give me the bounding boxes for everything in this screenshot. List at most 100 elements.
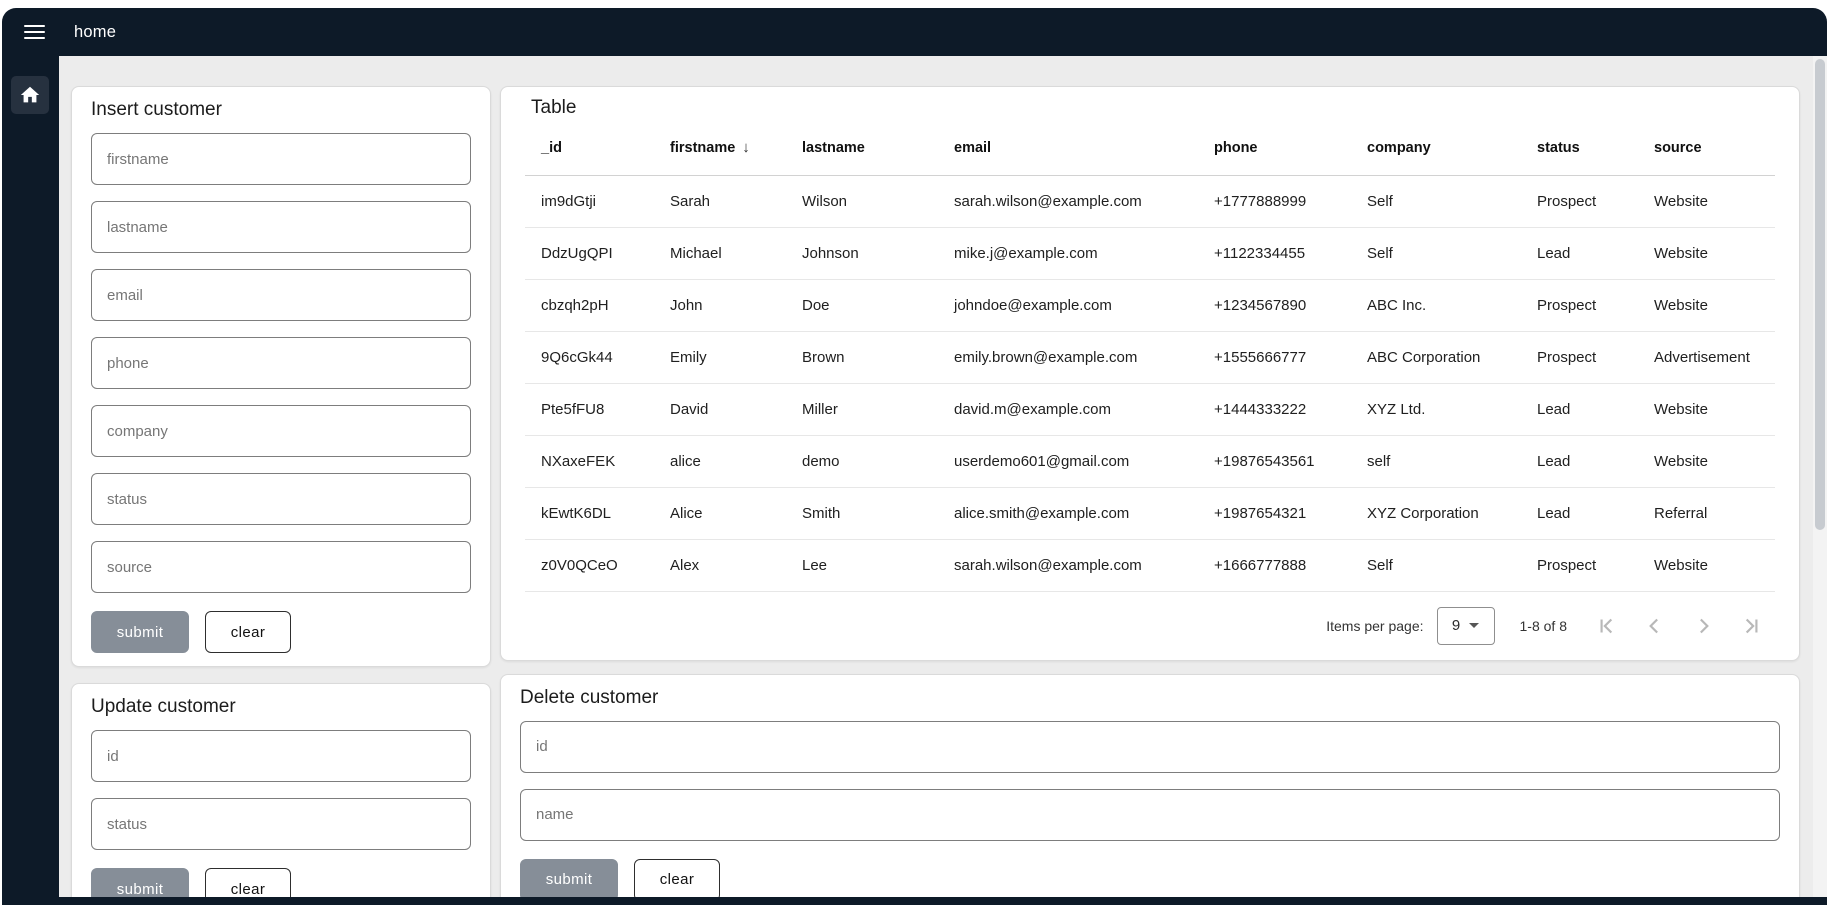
update-submit-button[interactable]: submit (91, 868, 189, 897)
delete-clear-button[interactable]: clear (634, 859, 720, 898)
cell-phone: +1987654321 (1198, 487, 1351, 539)
cell-lastname: Wilson (786, 175, 938, 227)
cell-phone: +1555666777 (1198, 331, 1351, 383)
column-header-source[interactable]: source (1638, 121, 1775, 175)
cell-_id: z0V0QCeO (525, 539, 654, 591)
cell-firstname: Sarah (654, 175, 786, 227)
cell-phone: +1777888999 (1198, 175, 1351, 227)
cell-lastname: Doe (786, 279, 938, 331)
id-input[interactable] (520, 721, 1780, 773)
table-row: kEwtK6DLAliceSmithalice.smith@example.co… (525, 487, 1775, 539)
email-input[interactable] (91, 269, 471, 321)
sort-descending-icon: ↓ (742, 139, 750, 156)
cell-firstname: David (654, 383, 786, 435)
sidebar (2, 56, 59, 905)
status-input[interactable] (91, 473, 471, 525)
cell-phone: +1122334455 (1198, 227, 1351, 279)
cell-_id: im9dGtji (525, 175, 654, 227)
column-header-lastname[interactable]: lastname (786, 121, 938, 175)
cell-company: ABC Inc. (1351, 279, 1521, 331)
cell-status: Prospect (1521, 539, 1638, 591)
column-header-phone[interactable]: phone (1198, 121, 1351, 175)
cell-lastname: demo (786, 435, 938, 487)
id-input[interactable] (91, 730, 471, 782)
cell-source: Website (1638, 227, 1775, 279)
cell-status: Lead (1521, 435, 1638, 487)
cell-company: ABC Corporation (1351, 331, 1521, 383)
cell-phone: +1234567890 (1198, 279, 1351, 331)
cell-lastname: Lee (786, 539, 938, 591)
table-title: Table (525, 97, 1775, 119)
column-header-_id[interactable]: _id (525, 121, 654, 175)
cell-firstname: alice (654, 435, 786, 487)
last-page-button[interactable] (1727, 606, 1775, 646)
insert-customer-title: Insert customer (91, 99, 471, 121)
next-page-button[interactable] (1679, 606, 1727, 646)
cell-phone: +1444333222 (1198, 383, 1351, 435)
paginator: Items per page: 9 1-8 of 8 (525, 592, 1775, 660)
cell-company: Self (1351, 539, 1521, 591)
column-header-firstname[interactable]: firstname↓ (654, 121, 786, 175)
scrollbar-thumb[interactable] (1815, 59, 1825, 530)
cell-status: Lead (1521, 383, 1638, 435)
chevron-left-icon (1642, 613, 1668, 639)
home-nav-button[interactable] (11, 76, 49, 114)
update-customer-title: Update customer (91, 696, 471, 718)
items-per-page-label: Items per page: (1326, 618, 1423, 634)
cell-status: Lead (1521, 487, 1638, 539)
source-input[interactable] (91, 541, 471, 593)
first-page-icon (1594, 613, 1620, 639)
phone-input[interactable] (91, 337, 471, 389)
cell-lastname: Smith (786, 487, 938, 539)
last-page-icon (1738, 613, 1764, 639)
chevron-down-icon (1469, 623, 1479, 628)
status-input[interactable] (91, 798, 471, 850)
cell-email: sarah.wilson@example.com (938, 175, 1198, 227)
content-area: Insert customer submit clear Update cust… (59, 56, 1813, 897)
cell-_id: Pte5fFU8 (525, 383, 654, 435)
home-icon (19, 84, 41, 106)
firstname-input[interactable] (91, 133, 471, 185)
hamburger-menu-icon[interactable] (24, 25, 45, 40)
table-row: Pte5fFU8DavidMillerdavid.m@example.com+1… (525, 383, 1775, 435)
cell-_id: 9Q6cGk44 (525, 331, 654, 383)
table-row: NXaxeFEKalicedemouserdemo601@gmail.com+1… (525, 435, 1775, 487)
insert-clear-button[interactable]: clear (205, 611, 291, 653)
cell-email: david.m@example.com (938, 383, 1198, 435)
cell-source: Website (1638, 175, 1775, 227)
previous-page-button[interactable] (1631, 606, 1679, 646)
table-card: Table _idfirstname↓lastnameemailphonecom… (500, 86, 1800, 661)
cell-email: mike.j@example.com (938, 227, 1198, 279)
delete-submit-button[interactable]: submit (520, 859, 618, 898)
column-header-company[interactable]: company (1351, 121, 1521, 175)
cell-company: Self (1351, 175, 1521, 227)
cell-_id: cbzqh2pH (525, 279, 654, 331)
lastname-input[interactable] (91, 201, 471, 253)
cell-source: Website (1638, 539, 1775, 591)
column-header-email[interactable]: email (938, 121, 1198, 175)
cell-firstname: Alex (654, 539, 786, 591)
cell-_id: kEwtK6DL (525, 487, 654, 539)
cell-firstname: Michael (654, 227, 786, 279)
cell-lastname: Johnson (786, 227, 938, 279)
company-input[interactable] (91, 405, 471, 457)
cell-status: Prospect (1521, 279, 1638, 331)
page-size-select[interactable]: 9 (1437, 607, 1495, 645)
update-clear-button[interactable]: clear (205, 868, 291, 897)
table-row: 9Q6cGk44EmilyBrownemily.brown@example.co… (525, 331, 1775, 383)
name-input[interactable] (520, 789, 1780, 841)
chevron-right-icon (1690, 613, 1716, 639)
vertical-scrollbar[interactable] (1813, 56, 1827, 897)
cell-email: emily.brown@example.com (938, 331, 1198, 383)
cell-email: sarah.wilson@example.com (938, 539, 1198, 591)
delete-customer-card: Delete customer submit clear (500, 674, 1800, 898)
insert-submit-button[interactable]: submit (91, 611, 189, 653)
cell-phone: +1666777888 (1198, 539, 1351, 591)
cell-status: Lead (1521, 227, 1638, 279)
column-header-status[interactable]: status (1521, 121, 1638, 175)
insert-customer-card: Insert customer submit clear (71, 86, 491, 667)
cell-source: Advertisement (1638, 331, 1775, 383)
first-page-button[interactable] (1583, 606, 1631, 646)
page-range-label: 1-8 of 8 (1520, 618, 1567, 634)
cell-company: self (1351, 435, 1521, 487)
